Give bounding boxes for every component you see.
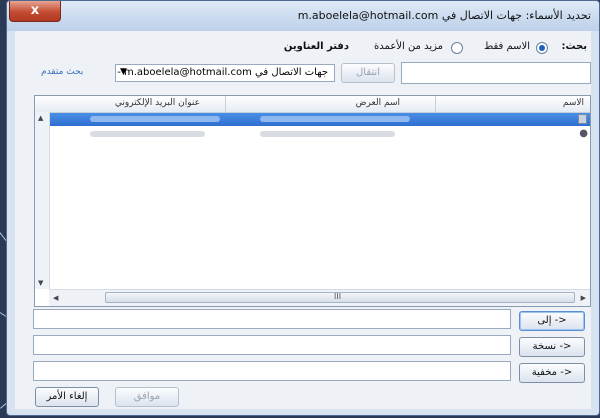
scroll-left-icon[interactable]: ◀ bbox=[53, 294, 58, 302]
to-field[interactable] bbox=[33, 309, 511, 329]
column-divider[interactable] bbox=[435, 96, 436, 112]
scroll-down-icon[interactable]: ▼ bbox=[38, 279, 43, 287]
contact-person-icon: ● bbox=[579, 128, 588, 139]
scroll-up-icon[interactable]: ▲ bbox=[38, 114, 43, 122]
contact-group-icon bbox=[578, 114, 587, 124]
radio-name-only[interactable] bbox=[536, 42, 548, 54]
to-button[interactable]: إلى -> bbox=[519, 311, 585, 331]
search-label: بحث: bbox=[561, 41, 587, 52]
contact-name-redacted bbox=[90, 131, 205, 137]
vertical-scrollbar[interactable]: ▲ ▼ bbox=[35, 112, 50, 289]
address-book-value: جهات الاتصال في m.aboelela@hotmail.com -… bbox=[116, 67, 328, 78]
cc-button[interactable]: نسخة -> bbox=[519, 337, 585, 357]
radio-more-columns[interactable] bbox=[451, 42, 463, 54]
window-title: تحديد الأسماء: جهات الاتصال في m.aboelel… bbox=[297, 9, 591, 22]
column-header-name[interactable]: الاسم bbox=[563, 98, 584, 108]
dialog-body: بحث: الاسم فقط مزيد من الأعمدة دفتر العن… bbox=[15, 31, 591, 409]
contact-display-redacted bbox=[260, 131, 395, 137]
column-divider[interactable] bbox=[225, 96, 226, 112]
contact-name-redacted bbox=[90, 116, 220, 122]
bcc-button[interactable]: مخفية -> bbox=[519, 363, 585, 383]
title-bar: x تحديد الأسماء: جهات الاتصال في m.aboel… bbox=[7, 1, 599, 31]
cancel-button[interactable]: إلغاء الأمر bbox=[35, 387, 99, 407]
column-header-display-name[interactable]: اسم العرض bbox=[356, 98, 400, 108]
close-button[interactable]: x bbox=[9, 1, 61, 22]
scroll-grip: III bbox=[334, 292, 342, 301]
horizontal-scrollbar[interactable]: ◀ III ▶ bbox=[49, 289, 590, 306]
advanced-find-link[interactable]: بحث متقدم bbox=[41, 67, 83, 77]
horizontal-scroll-thumb[interactable]: III bbox=[105, 292, 575, 303]
radio-more-columns-label: مزيد من الأعمدة bbox=[374, 41, 443, 52]
address-book-label: دفتر العناوين bbox=[283, 41, 349, 52]
contact-display-redacted bbox=[260, 116, 410, 122]
contacts-list[interactable]: الاسم اسم العرض عنوان البريد الإلكتروني … bbox=[34, 95, 591, 307]
radio-name-only-label: الاسم فقط bbox=[483, 41, 530, 52]
search-input[interactable] bbox=[401, 62, 591, 84]
go-button[interactable]: انتقال bbox=[341, 63, 395, 83]
scroll-right-icon[interactable]: ▶ bbox=[581, 294, 586, 302]
column-header-email[interactable]: عنوان البريد الإلكتروني bbox=[115, 98, 200, 108]
bcc-field[interactable] bbox=[33, 361, 511, 381]
list-header: الاسم اسم العرض عنوان البريد الإلكتروني bbox=[35, 96, 590, 113]
select-names-dialog: x تحديد الأسماء: جهات الاتصال في m.aboel… bbox=[6, 0, 600, 416]
contact-row[interactable] bbox=[50, 113, 590, 126]
address-book-dropdown[interactable]: ▼ جهات الاتصال في m.aboelela@hotmail.com… bbox=[115, 64, 335, 82]
cc-field[interactable] bbox=[33, 335, 511, 355]
ok-button[interactable]: موافق bbox=[115, 387, 179, 407]
contact-row[interactable]: ● bbox=[50, 128, 590, 141]
